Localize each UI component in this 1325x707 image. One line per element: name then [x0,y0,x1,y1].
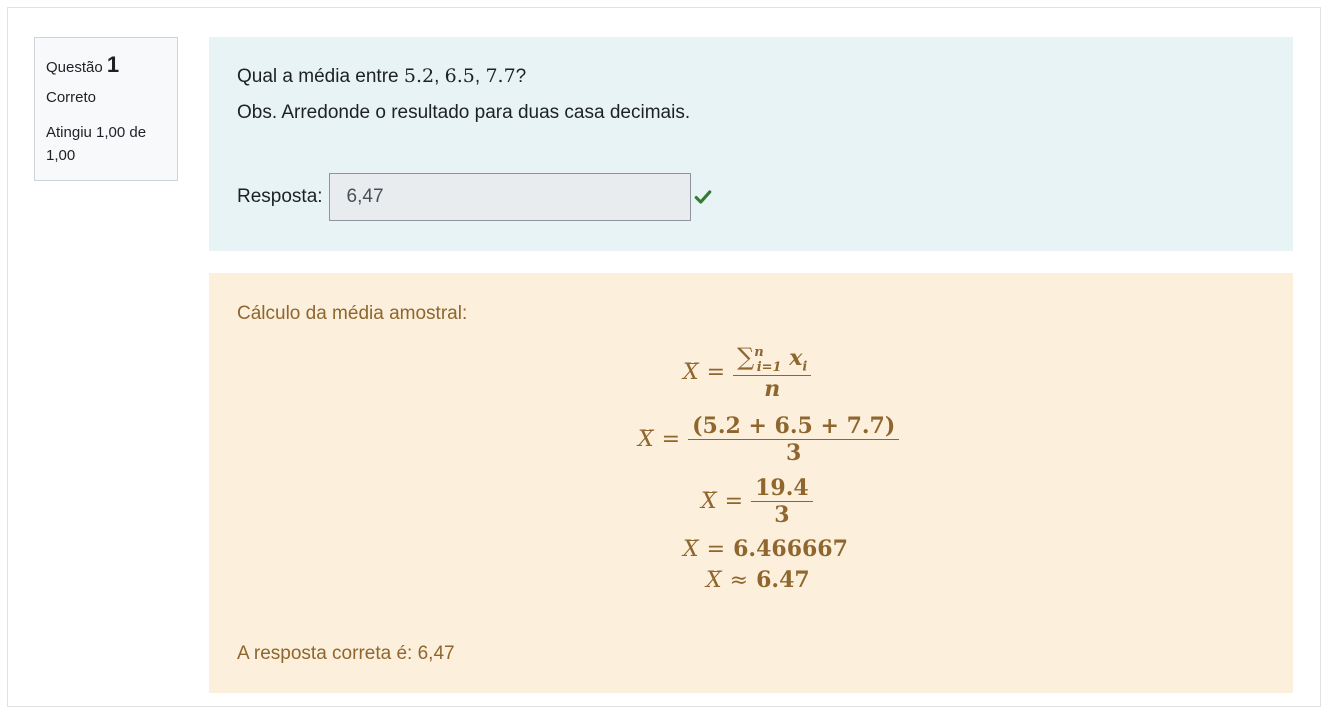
feedback-title: Cálculo da média amostral: [237,303,468,324]
equation-3: X = 19.4 3 [701,475,813,529]
fraction: 19.4 3 [751,475,813,529]
fraction-denominator: 3 [774,502,790,529]
question-number: 1 [106,52,120,77]
fraction-numerator: (5.2 + 6.5 + 7.7) [688,413,900,441]
check-icon [694,190,711,204]
question-note: Obs. Arredonde o resultado para duas cas… [237,102,691,123]
correct-answer: A resposta correta é: 6,47 [237,643,455,664]
xbar-symbol: X [683,536,699,562]
question-number-line: Questão 1 [46,48,166,81]
sum-term: x [789,345,803,371]
xbar-symbol: X [638,427,654,453]
equation-5: X ≈ 6.47 [706,567,810,593]
answer-input[interactable] [328,173,691,221]
question-prefix: Qual a média entre [237,66,404,87]
xbar-symbol: X [706,567,722,593]
fraction: ∑ni=1 xi n [733,343,812,403]
sum-sign: ∑ [737,343,755,371]
question-sep-1: , [434,66,445,87]
question-suffix: ? [515,66,527,87]
question-info: Questão 1 Correto Atingiu 1,00 de 1,00 [34,37,178,181]
answer-label: Resposta: [237,186,323,207]
result-value: 6.466667 [733,536,848,562]
fraction-numerator: 19.4 [751,475,813,503]
fraction-denominator: n [764,376,781,403]
fraction-numerator: ∑ni=1 xi [733,343,812,377]
sum-term-sub: i [802,359,808,375]
equals-sign: = [706,536,726,562]
sum-upper: n [754,345,764,360]
question-label: Questão [46,59,103,76]
xbar-symbol: X [683,360,699,386]
question-grade: Atingiu 1,00 de 1,00 [46,123,147,164]
equals-sign: = [724,489,744,515]
equation-4: X = 6.466667 [683,536,848,562]
sum-lower: i=1 [756,359,782,375]
fraction: (5.2 + 6.5 + 7.7) 3 [688,413,900,467]
rounded-value: 6.47 [756,567,810,593]
answer-row: Resposta: [237,173,712,221]
sum-symbol: ∑ni=1 [737,343,781,375]
question-state: Correto [46,89,97,106]
equation-1: X = ∑ni=1 xi n [683,343,812,403]
equation-2: X = (5.2 + 6.5 + 7.7) 3 [638,413,900,467]
equals-sign: = [706,360,726,386]
question-value-2: 6.5 [444,65,475,87]
fraction-denominator: 3 [786,440,802,467]
question-value-1: 5.2 [403,65,435,87]
general-feedback: Cálculo da média amostral: X = ∑ni=1 xi … [209,273,1293,693]
question-formulation: Qual a média entre 5.2, 6.5, 7.7? Obs. A… [209,37,1293,251]
question-value-3: 7.7 [485,65,516,87]
approx-sign: ≈ [729,567,749,593]
question-text: Qual a média entre 5.2, 6.5, 7.7? [237,65,1265,88]
xbar-symbol: X [701,489,717,515]
question-sep-2: , [474,66,486,87]
equals-sign: = [661,427,681,453]
